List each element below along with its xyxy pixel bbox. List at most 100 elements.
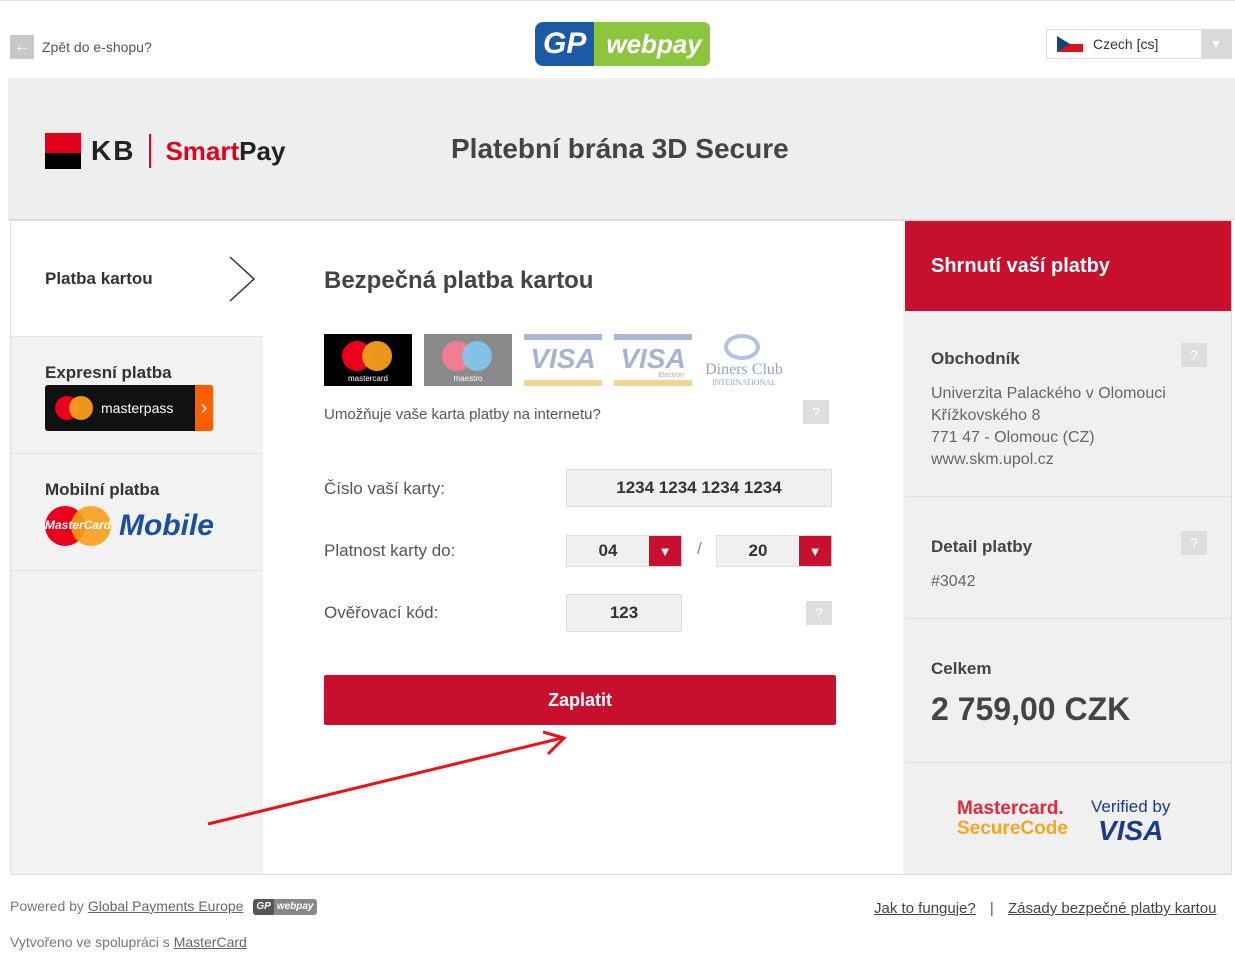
payment-detail-section: Detail platby ? #3042 bbox=[905, 497, 1231, 619]
top-bar: ← Zpět do e-shopu? GP webpay Czech [cs] … bbox=[0, 0, 1235, 78]
summary-title: Shrnutí vaší platby bbox=[905, 221, 1231, 311]
mastercard-logo: mastercard bbox=[324, 334, 412, 386]
detail-value: #3042 bbox=[931, 573, 976, 590]
expiry-month-value: 04 bbox=[598, 541, 618, 560]
merchant-website: www.skm.upol.cz bbox=[931, 451, 1054, 468]
payment-summary: Shrnutí vaší platby Obchodník ? Univerzi… bbox=[903, 221, 1231, 874]
mastercard-logo-text: mastercard bbox=[347, 374, 388, 383]
expiry-year-select[interactable]: 20 ▼ bbox=[716, 535, 832, 567]
mastercard-mobile-logo[interactable]: MasterCard Mobile bbox=[45, 506, 214, 546]
visa-electron-logo: VISA Electron bbox=[614, 334, 692, 386]
securecode-line1: Mastercard. bbox=[957, 798, 1064, 819]
merchant-section: Obchodník ? Univerzita Palackého v Olomo… bbox=[905, 311, 1231, 497]
sidebar-item-label: Expresní platba bbox=[45, 363, 172, 382]
footer-cooperation: Vytvořeno ve spolupráci s MasterCard bbox=[10, 934, 247, 950]
form-title: Bezpečná platba kartou bbox=[324, 267, 594, 294]
mobile-text: Mobile bbox=[119, 509, 214, 542]
sidebar-item-label: Mobilní platba bbox=[45, 480, 160, 499]
page-title: Platební brána 3D Secure bbox=[451, 133, 789, 164]
cooperation-prefix: Vytvořeno ve spolupráci s bbox=[10, 934, 170, 950]
internet-payments-question: Umožňuje vaše karta platby na internetu? bbox=[324, 406, 601, 423]
expiry-year-value: 20 bbox=[748, 541, 768, 560]
verified-line2: VISA bbox=[1098, 815, 1164, 846]
sidebar-item-express-payment[interactable]: Expresní platba masterpass › bbox=[11, 337, 263, 454]
chevron-down-icon[interactable]: ▼ bbox=[799, 536, 831, 566]
language-select[interactable]: Czech [cs] ▼ bbox=[1046, 29, 1232, 59]
help-icon[interactable]: ? bbox=[806, 601, 832, 625]
help-icon[interactable]: ? bbox=[1181, 343, 1207, 367]
logo-webpay-text: webpay bbox=[594, 22, 710, 66]
mini-webpay-text: webpay bbox=[273, 899, 317, 916]
masterpass-circles-icon bbox=[55, 396, 95, 420]
visa-logo-text: VISA bbox=[530, 343, 596, 374]
total-section: Celkem 2 759,00 CZK bbox=[905, 619, 1231, 763]
expiry-label: Platnost karty do: bbox=[324, 541, 456, 560]
payment-method-sidebar: Platba kartou Expresní platba masterpass… bbox=[11, 221, 263, 874]
mastercard-link[interactable]: MasterCard bbox=[174, 934, 247, 950]
masterpass-button[interactable]: masterpass › bbox=[45, 385, 213, 431]
kb-smartpay-logo: KB SmartPay bbox=[45, 133, 285, 169]
czech-flag-icon bbox=[1057, 36, 1083, 52]
back-to-shop-link[interactable]: ← Zpět do e-shopu? bbox=[10, 35, 152, 59]
pay-button[interactable]: Zaplatit bbox=[324, 675, 836, 725]
card-payment-form: Bezpečná platba kartou mastercard maestr… bbox=[263, 221, 903, 874]
smart-text: Smart bbox=[165, 135, 240, 166]
accepted-cards: mastercard maestro VISA VISA Electron Di… bbox=[324, 334, 784, 387]
footer-powered-by: Powered by Global Payments Europe GP webp… bbox=[10, 898, 317, 916]
mastercard-securecode-logo: Mastercard. SecureCode bbox=[957, 799, 1068, 839]
mastercard-icon: MasterCard bbox=[45, 506, 111, 546]
mini-gp-webpay-logo: GP webpay bbox=[253, 899, 317, 916]
chevron-down-icon[interactable]: ▼ bbox=[649, 536, 681, 566]
help-icon[interactable]: ? bbox=[803, 400, 829, 424]
verified-line1: Verified by bbox=[1091, 797, 1171, 816]
sidebar-item-mobile-payment[interactable]: Mobilní platba MasterCard Mobile bbox=[11, 454, 263, 571]
expiry-separator: / bbox=[697, 539, 702, 558]
card-number-input[interactable]: 1234 1234 1234 1234 bbox=[566, 469, 832, 507]
kb-square-icon bbox=[45, 133, 81, 169]
mastercard-logo-text: MasterCard bbox=[45, 518, 112, 532]
cvc-label: Ověřovací kód: bbox=[324, 603, 439, 622]
global-payments-link[interactable]: Global Payments Europe bbox=[88, 898, 244, 914]
total-label: Celkem bbox=[931, 659, 992, 678]
mini-gp-text: GP bbox=[253, 899, 274, 916]
payment-panel: Platba kartou Expresní platba masterpass… bbox=[10, 220, 1232, 875]
logo-gp-text: GP bbox=[535, 22, 595, 66]
merchant-city: 771 47 - Olomouc (CZ) bbox=[931, 429, 1095, 446]
diners-logo-text: Diners Club bbox=[705, 361, 783, 378]
gp-webpay-logo: GP webpay bbox=[535, 22, 710, 66]
security-logos: Mastercard. SecureCode Verified by VISA bbox=[905, 763, 1231, 874]
card-number-label: Číslo vaší karty: bbox=[324, 479, 445, 498]
visa-logo: VISA bbox=[524, 334, 602, 386]
diners-club-logo: Diners Club INTERNATIONAL bbox=[704, 334, 784, 387]
pay-text: Pay bbox=[239, 135, 286, 166]
maestro-logo-text: maestro bbox=[453, 374, 483, 383]
visa-electron-logo-text: VISA bbox=[620, 343, 686, 374]
footer-links: Jak to funguje? | Zásady bezpečné platby… bbox=[874, 900, 1216, 917]
merchant-street: Křížkovského 8 bbox=[931, 407, 1041, 424]
expiry-month-select[interactable]: 04 ▼ bbox=[566, 535, 682, 567]
securecode-line2: SecureCode bbox=[957, 818, 1068, 839]
total-amount: 2 759,00 CZK bbox=[931, 691, 1131, 727]
diners-sub-text: INTERNATIONAL bbox=[712, 378, 776, 387]
verified-by-visa-logo: Verified by VISA bbox=[1091, 797, 1170, 845]
merchant-info: Univerzita Palackého v Olomouci Křížkovs… bbox=[931, 383, 1166, 471]
help-icon[interactable]: ? bbox=[1181, 531, 1207, 555]
chevron-down-icon[interactable]: ▼ bbox=[1201, 30, 1231, 58]
chevron-right-icon: › bbox=[195, 385, 213, 431]
secure-payment-policy-link[interactable]: Zásady bezpečné platby kartou bbox=[1008, 900, 1216, 917]
sidebar-item-label: Platba kartou bbox=[45, 269, 153, 288]
footer-separator: | bbox=[989, 900, 994, 917]
merchant-name: Univerzita Palackého v Olomouci bbox=[931, 385, 1166, 402]
sidebar-item-card-payment[interactable]: Platba kartou bbox=[11, 221, 263, 337]
header-band: KB SmartPay Platební brána 3D Secure bbox=[8, 78, 1235, 220]
how-it-works-link[interactable]: Jak to funguje? bbox=[874, 900, 976, 917]
merchant-label: Obchodník bbox=[931, 349, 1020, 368]
arrow-left-icon: ← bbox=[10, 35, 34, 59]
electron-text: Electron bbox=[658, 372, 684, 379]
masterpass-text: masterpass bbox=[101, 400, 174, 416]
powered-prefix: Powered by bbox=[10, 898, 84, 914]
cvc-input[interactable]: 123 bbox=[566, 594, 682, 632]
language-value: Czech [cs] bbox=[1093, 36, 1159, 52]
maestro-logo: maestro bbox=[424, 334, 512, 386]
back-label: Zpět do e-shopu? bbox=[42, 39, 152, 55]
